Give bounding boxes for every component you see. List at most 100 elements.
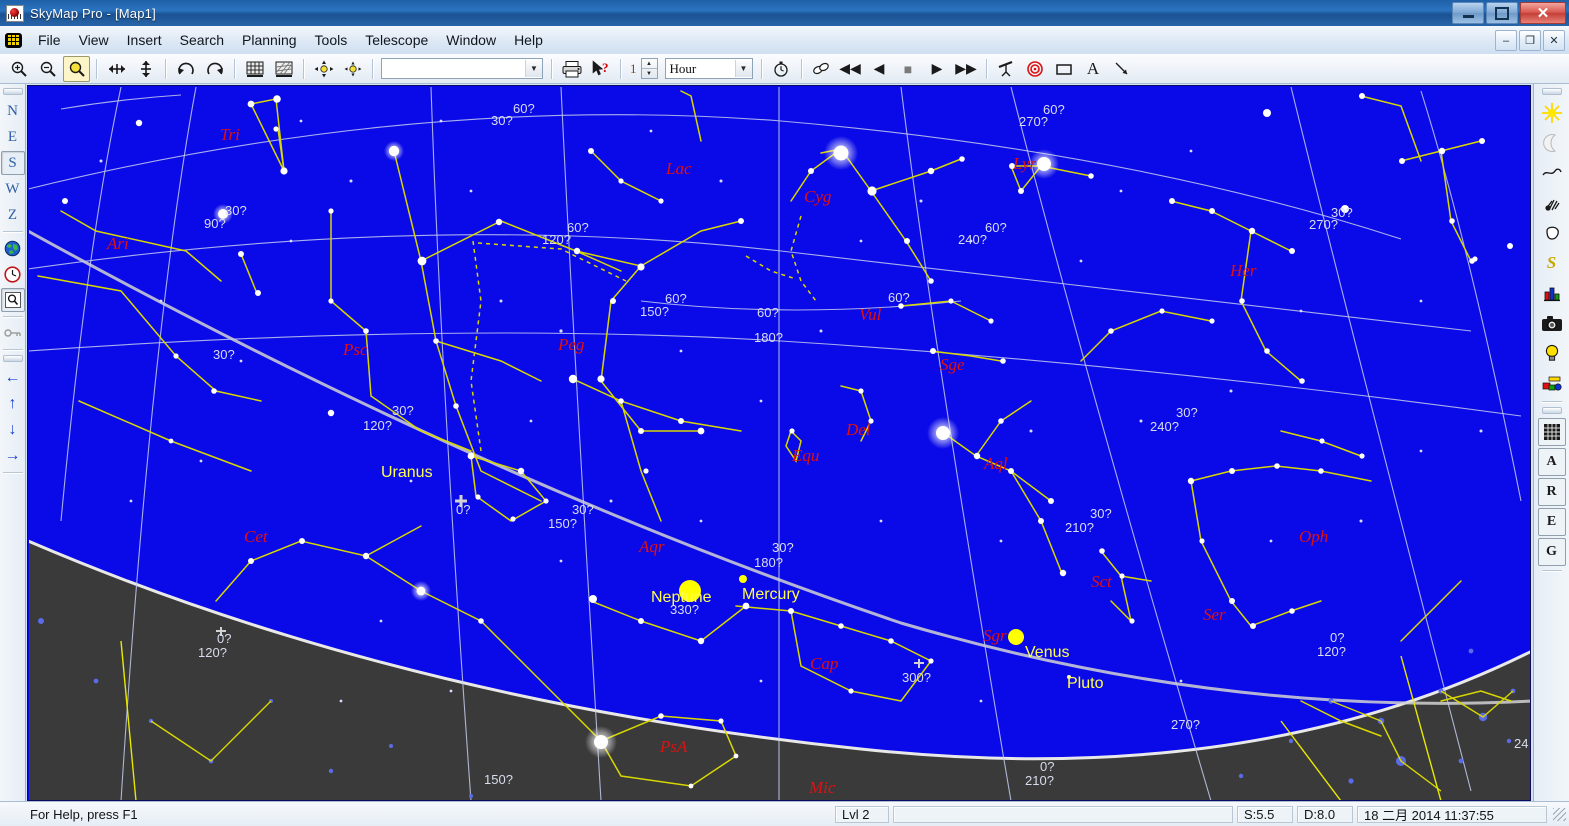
zoom-box-button[interactable] [63,55,90,82]
menu-item-search[interactable]: Search [171,29,233,51]
constellation-label-tri: Tri [220,125,240,144]
link-animation-button[interactable] [808,56,835,82]
menu-item-view[interactable]: View [70,29,118,51]
sky-map-canvas[interactable]: Uranus Neptune Mercury Venus Pluto Tri A… [27,85,1531,801]
rewind-button[interactable]: ◀◀ [837,56,864,82]
histogram-button[interactable] [1538,279,1566,307]
zoom-out-button[interactable] [34,56,61,82]
menu-item-telescope[interactable]: Telescope [356,29,437,51]
view-north-button[interactable]: N [1,99,25,123]
show-comets-button[interactable] [1538,159,1566,187]
fit-width-button[interactable] [103,56,130,82]
grid-label: 150? [548,516,577,531]
image-capture-button[interactable] [1538,309,1566,337]
pan-left-button[interactable]: ← [1,366,25,390]
pan-right-button[interactable]: → [1,444,25,468]
sky-map-render[interactable]: Uranus Neptune Mercury Venus Pluto Tri A… [28,86,1531,801]
date-time-button[interactable] [1,262,25,286]
show-asteroids-button[interactable] [1538,189,1566,217]
toolbar-separator [760,58,762,79]
menu-item-planning[interactable]: Planning [233,29,306,51]
center-object-button[interactable] [310,56,337,82]
zoom-in-button[interactable] [5,56,32,82]
spinner-up-icon[interactable]: ▲ [641,59,657,69]
resize-grip-icon[interactable] [1551,806,1567,822]
pan-down-button[interactable]: ↓ [1,418,25,442]
constellation-label-her: Her [1229,261,1257,280]
rotate-left-button[interactable] [172,56,199,82]
target-marker-button[interactable] [1022,56,1049,82]
print-button[interactable] [558,56,585,82]
location-button[interactable] [1,236,25,260]
rotate-right-button[interactable] [201,56,228,82]
constellation-label-peg: Peg [557,335,584,354]
printer-icon [562,60,581,77]
view-west-button[interactable]: W [1,177,25,201]
object-combo[interactable]: ▼ [381,58,543,79]
constellation-label-cyg: Cyg [804,187,831,206]
chart-bars-icon [1543,287,1560,302]
planet-marker-venus[interactable] [1008,629,1024,645]
text-tool-button[interactable]: A [1080,56,1107,82]
fit-height-button[interactable] [132,56,159,82]
menu-item-insert[interactable]: Insert [118,29,171,51]
find-object-button[interactable] [0,288,25,312]
planet-marker-mercury[interactable] [739,575,747,583]
eyepiece-layer-button[interactable]: E [1537,508,1566,536]
show-nebulae-button[interactable] [1538,219,1566,247]
object-search-input[interactable] [382,59,525,78]
view-east-button[interactable]: E [1,125,25,149]
mdi-child-controls: – ❐ ✕ [1495,30,1565,51]
fast-forward-button[interactable]: ▶▶ [953,56,980,82]
chevron-down-icon[interactable]: ▼ [525,60,542,77]
coordinate-grid-button[interactable] [270,56,297,82]
line-tool-button[interactable] [1109,56,1136,82]
dock-grip[interactable] [2,88,23,95]
menu-item-tools[interactable]: Tools [306,29,357,51]
time-step-spinner[interactable]: ▲ ▼ [640,58,658,79]
mdi-restore-button[interactable]: ❐ [1519,30,1541,51]
time-unit-combo[interactable]: Hour ▼ [664,58,753,79]
view-zenith-button[interactable]: Z [1,203,25,227]
realtime-clock-button[interactable] [768,56,795,82]
rectangle-tool-button[interactable] [1051,56,1078,82]
grid-layer-button[interactable] [1537,418,1566,446]
night-vision-button[interactable] [1538,339,1566,367]
guide-layer-button[interactable]: G [1537,538,1566,566]
maximize-button[interactable] [1486,2,1518,24]
context-help-button[interactable]: ? [587,56,614,82]
grid-label: 150? [484,772,513,787]
dock-grip[interactable] [2,355,23,362]
play-button[interactable]: ▶ [924,56,951,82]
chevron-down-icon[interactable]: ▼ [734,60,752,77]
show-sun-button[interactable] [1538,99,1566,127]
mdi-close-button[interactable]: ✕ [1543,30,1565,51]
time-step-value: 1 [630,60,637,76]
show-galaxies-button[interactable]: S [1538,249,1566,277]
grid-label: 30? [213,347,235,362]
rule-layer-button[interactable]: R [1537,478,1566,506]
close-button[interactable]: ✕ [1520,2,1566,24]
lock-settings-button[interactable] [1,321,25,345]
dock-grip[interactable] [1541,88,1562,95]
view-south-button[interactable]: S [0,151,25,175]
spinner-down-icon[interactable]: ▼ [642,69,657,78]
telescope-control-button[interactable] [993,56,1020,82]
show-moon-button[interactable] [1538,129,1566,157]
grid-label: 120? [542,232,571,247]
minimize-button[interactable] [1452,2,1484,24]
stop-button[interactable]: ■ [895,56,922,82]
step-back-button[interactable]: ◀ [866,56,893,82]
mdi-minimize-button[interactable]: – [1495,30,1517,51]
lock-center-button[interactable] [339,56,366,82]
symbols-button[interactable] [1538,369,1566,397]
key-lock-icon [3,329,21,337]
menu-item-window[interactable]: Window [437,29,505,51]
dock-grip[interactable] [1541,407,1562,414]
annotation-layer-button[interactable]: A [1537,448,1566,476]
menu-item-help[interactable]: Help [505,29,552,51]
pan-up-button[interactable]: ↑ [1,392,25,416]
menu-item-file[interactable]: File [29,29,70,51]
skymap-menu-icon[interactable] [4,32,23,49]
grid-button[interactable] [241,56,268,82]
